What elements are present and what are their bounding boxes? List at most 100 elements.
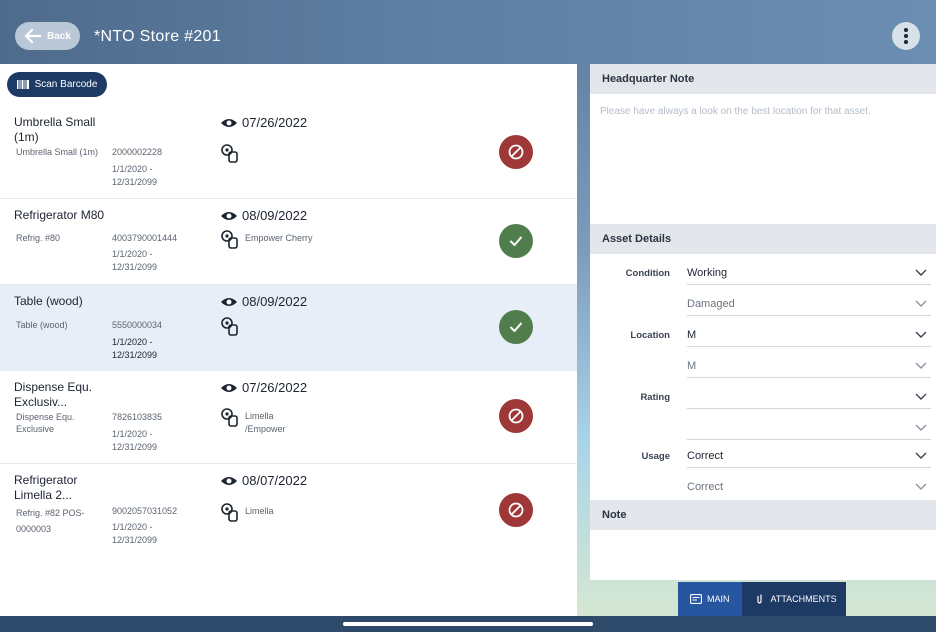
asset-code: 5550000034 xyxy=(112,320,163,330)
usage-label: Usage xyxy=(641,451,670,462)
eye-icon xyxy=(221,476,237,485)
eye-icon xyxy=(221,118,237,127)
asset-location-icon xyxy=(221,317,238,336)
asset-subtitle: Table (wood) xyxy=(16,320,68,330)
asset-code: 4003790001444 xyxy=(112,233,178,243)
more-vertical-icon xyxy=(904,28,908,44)
home-indicator[interactable] xyxy=(343,622,593,626)
asset-row[interactable]: Table (wood) Table (wood) 5550000034 1/1… xyxy=(0,285,577,371)
asset-location: Limella /Empower xyxy=(245,411,286,434)
rating-select[interactable] xyxy=(687,385,931,409)
headquarter-note-text: Please have always a look on the best lo… xyxy=(600,106,871,117)
check-icon xyxy=(510,236,522,246)
asset-detail-panel: Headquarter Note Please have always a lo… xyxy=(590,64,936,580)
status-badge xyxy=(499,493,533,527)
check-icon xyxy=(510,322,522,332)
asset-validity: 1/1/2020 - 12/31/2099 xyxy=(112,337,158,360)
location-previous-select[interactable]: M xyxy=(687,354,931,378)
rating-label: Rating xyxy=(640,392,670,403)
asset-name: Umbrella Small (1m) xyxy=(14,115,96,144)
asset-code: 9002057031052 xyxy=(112,506,178,516)
tab-attachments[interactable]: ATTACHMENTS xyxy=(742,582,849,616)
status-badge xyxy=(499,224,533,258)
date-text: 08/09/2022 xyxy=(242,208,308,223)
status-badge xyxy=(499,399,533,433)
usage-select[interactable]: Correct xyxy=(687,444,931,468)
tab-main[interactable]: MAIN xyxy=(678,582,742,616)
location-previous-value: M xyxy=(687,359,697,372)
condition-select[interactable]: Working xyxy=(687,261,931,285)
usage-previous-value: Correct xyxy=(687,481,724,493)
blocked-icon xyxy=(508,144,524,160)
card-icon xyxy=(690,594,702,604)
bottom-tab-bar: MAIN ATTACHMENTS xyxy=(678,582,846,616)
chevron-down-icon xyxy=(915,269,927,276)
asset-validity: 1/1/2020 - 12/31/2099 xyxy=(112,429,158,452)
asset-subtitle: Umbrella Small (1m) xyxy=(16,147,99,157)
date-text: 08/07/2022 xyxy=(242,473,308,488)
asset-validity: 1/1/2020 - 12/31/2099 xyxy=(112,522,158,545)
asset-code: 2000002228 xyxy=(112,147,163,157)
rating-previous-select[interactable] xyxy=(687,416,931,440)
page-title: *NTO Store #201 xyxy=(94,28,221,45)
chevron-down-icon xyxy=(915,483,927,490)
status-badge xyxy=(499,310,533,344)
asset-subtitle: Refrig. #80 xyxy=(16,233,61,243)
chevron-down-icon xyxy=(915,362,927,369)
chevron-down-icon xyxy=(915,452,927,459)
usage-value: Correct xyxy=(687,449,724,462)
app-header: Back *NTO Store #201 xyxy=(0,0,936,64)
asset-validity: 1/1/2020 - 12/31/2099 xyxy=(112,164,158,187)
last-visit-date: 08/09/2022 xyxy=(220,294,307,309)
back-button[interactable]: Back xyxy=(15,22,80,50)
asset-subtitle: Refrig. #82 POS-0000003 xyxy=(16,508,85,534)
asset-location-icon xyxy=(221,230,238,249)
asset-location-icon xyxy=(221,503,238,522)
asset-row[interactable]: Refrigerator M80 Refrig. #80 40037900014… xyxy=(0,199,577,285)
blocked-icon xyxy=(508,502,524,518)
asset-row[interactable]: Refrigerator Limella 2... Refrig. #82 PO… xyxy=(0,464,577,554)
asset-location: Empower Cherry xyxy=(245,233,313,243)
condition-label: Condition xyxy=(625,268,670,279)
scan-barcode-button[interactable]: Scan Barcode xyxy=(7,72,107,97)
back-label: Back xyxy=(47,30,71,42)
eye-icon xyxy=(221,297,237,306)
chevron-down-icon xyxy=(915,424,927,431)
tab-main-label: MAIN xyxy=(707,594,730,604)
headquarter-note-header: Headquarter Note xyxy=(590,64,936,94)
asset-list-panel: Scan Barcode Umbrella Small (1m) Umbrell… xyxy=(0,64,577,616)
eye-icon xyxy=(221,211,237,220)
asset-subtitle: Dispense Equ. Exclusive xyxy=(16,412,75,434)
paperclip-icon xyxy=(756,594,762,604)
chevron-down-icon xyxy=(915,393,927,400)
asset-row[interactable]: Dispense Equ. Exclusiv... Dispense Equ. … xyxy=(0,371,577,464)
more-options-button[interactable] xyxy=(892,22,920,50)
asset-validity: 1/1/2020 - 12/31/2099 xyxy=(112,249,158,272)
asset-name: Table (wood) xyxy=(14,294,83,308)
status-badge xyxy=(499,135,533,169)
date-text: 08/09/2022 xyxy=(242,294,308,309)
arrow-left-icon xyxy=(25,29,41,43)
last-visit-date: 08/09/2022 xyxy=(220,208,307,223)
date-text: 07/26/2022 xyxy=(242,115,308,130)
last-visit-date: 07/26/2022 xyxy=(220,380,307,395)
eye-icon xyxy=(221,383,237,392)
asset-name: Refrigerator M80 xyxy=(14,208,105,222)
blocked-icon xyxy=(508,408,524,424)
asset-location-icon xyxy=(221,408,238,427)
chevron-down-icon xyxy=(915,331,927,338)
asset-location: Limella xyxy=(245,506,274,516)
note-header: Note xyxy=(590,500,936,530)
location-select[interactable]: M xyxy=(687,323,931,347)
location-value: M xyxy=(687,328,697,341)
usage-previous-select[interactable]: Correct xyxy=(687,475,931,499)
asset-location-icon xyxy=(221,144,238,163)
last-visit-date: 08/07/2022 xyxy=(220,473,307,488)
asset-row[interactable]: Umbrella Small (1m) Umbrella Small (1m) … xyxy=(0,108,577,199)
asset-details-header: Asset Details xyxy=(590,224,936,254)
location-label: Location xyxy=(630,330,670,341)
asset-name: Dispense Equ. Exclusiv... xyxy=(14,380,93,409)
asset-name: Refrigerator Limella 2... xyxy=(14,473,78,502)
condition-previous-select[interactable]: Damaged xyxy=(687,292,931,316)
condition-value: Working xyxy=(687,266,728,279)
